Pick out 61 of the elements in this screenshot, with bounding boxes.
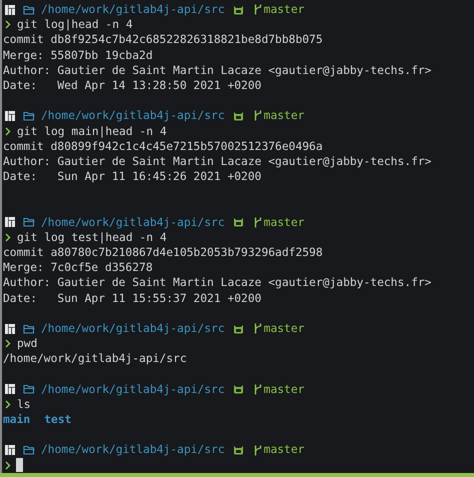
command-text: pwd bbox=[17, 336, 38, 352]
terminal-logo-icon bbox=[5, 110, 15, 121]
branch-icon bbox=[254, 323, 262, 334]
command-text: ls bbox=[17, 396, 31, 412]
output-line: commit d80899f942c1c4c45e7215b57002512376e0496a bbox=[2, 138, 324, 154]
branch-name: master bbox=[264, 320, 304, 336]
branch-icon bbox=[254, 444, 262, 456]
folder-icon bbox=[23, 4, 35, 15]
output-line: commit db8f9254c7b42c68522826318821be8d7bb8b075 bbox=[2, 32, 324, 48]
cat-icon bbox=[232, 110, 244, 121]
folder-icon bbox=[23, 324, 35, 334]
prompt-path: /home/work/gitlab4j-api/src bbox=[41, 108, 225, 124]
cat-icon bbox=[232, 324, 244, 334]
prompt-chevron-icon bbox=[5, 20, 11, 30]
output-line: Date: Wed Apr 14 13:28:50 2021 +0200 bbox=[2, 78, 262, 94]
terminal-logo-icon bbox=[5, 4, 15, 15]
folder-icon bbox=[23, 110, 35, 121]
prompt-path: /home/work/gitlab4j-api/src bbox=[41, 442, 225, 458]
folder-icon bbox=[23, 445, 35, 456]
prompt-chevron-icon bbox=[5, 339, 11, 348]
output-line: Merge: 55807bb 19cba2d bbox=[2, 48, 154, 63]
terminal-logo-icon bbox=[5, 217, 15, 228]
output-line: Author: Gautier de Saint Martin Lacaze <gautier@jabby-techs.fr> bbox=[2, 62, 432, 78]
branch-name: master bbox=[264, 442, 304, 458]
prompt-path: /home/work/gitlab4j-api/src bbox=[41, 214, 225, 230]
folder-icon bbox=[23, 384, 35, 394]
prompt-path: /home/work/gitlab4j-api/src bbox=[41, 382, 225, 397]
terminal-logo-icon bbox=[5, 445, 15, 456]
directory-name: main bbox=[3, 412, 30, 428]
prompt-chevron-icon bbox=[5, 232, 11, 242]
cat-icon bbox=[232, 217, 244, 228]
branch-name: master bbox=[264, 2, 304, 18]
branch-name: master bbox=[264, 382, 304, 397]
output-line: commit a80780c7b210867d4e105b2053b793296adf2598 bbox=[2, 245, 324, 260]
command-text: git log|head -n 4 bbox=[17, 17, 133, 32]
branch-name: master bbox=[264, 108, 304, 124]
folder-icon bbox=[23, 217, 35, 228]
cat-icon bbox=[232, 384, 244, 394]
branch-icon bbox=[254, 4, 262, 16]
output-line: Merge: 7c0cf5e d356278 bbox=[2, 260, 154, 276]
output-line: Author: Gautier de Saint Martin Lacaze <gautier@jabby-techs.fr> bbox=[2, 154, 432, 170]
terminal-logo-icon bbox=[5, 324, 15, 334]
branch-icon bbox=[254, 384, 262, 395]
prompt-chevron-icon bbox=[5, 126, 11, 136]
cat-icon bbox=[232, 445, 244, 456]
command-text: git log test|head -n 4 bbox=[17, 230, 167, 246]
prompt-path: /home/work/gitlab4j-api/src bbox=[41, 320, 225, 336]
prompt-chevron-icon bbox=[5, 460, 11, 470]
command-text: git log main|head -n 4 bbox=[17, 124, 167, 139]
branch-icon bbox=[254, 216, 262, 228]
terminal-logo-icon bbox=[5, 384, 15, 394]
branch-name: master bbox=[264, 214, 304, 230]
output-line: /home/work/gitlab4j-api/src bbox=[2, 351, 188, 366]
branch-icon bbox=[254, 110, 262, 122]
output-line: Author: Gautier de Saint Martin Lacaze <gautier@jabby-techs.fr> bbox=[2, 275, 432, 291]
output-line: Date: Sun Apr 11 15:55:37 2021 +0200 bbox=[2, 290, 262, 306]
prompt-chevron-icon bbox=[5, 400, 11, 409]
directory-name: test bbox=[44, 412, 72, 428]
output-line: Date: Sun Apr 11 16:45:26 2021 +0200 bbox=[2, 169, 262, 184]
prompt-path: /home/work/gitlab4j-api/src bbox=[41, 2, 225, 18]
cat-icon bbox=[232, 4, 244, 15]
